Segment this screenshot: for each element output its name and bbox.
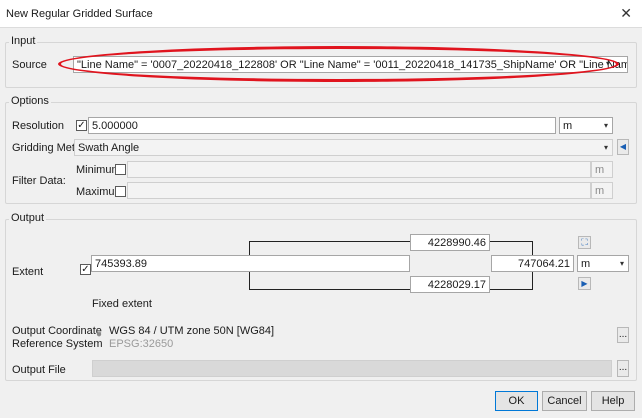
extent-checkbox[interactable]: ✓ [80, 264, 91, 275]
maximum-unit-select[interactable]: m [591, 182, 613, 199]
crs-code: EPSG:32650 [109, 338, 174, 350]
resolution-label: Resolution [12, 120, 64, 132]
gridding-dropdown-icon[interactable]: ▾ [604, 143, 608, 152]
play-icon: ▶ [581, 279, 588, 288]
extent-east-input[interactable]: 747064.21 [491, 255, 574, 272]
fit-extent-button[interactable]: ⛶ [578, 236, 591, 249]
output-file-input[interactable] [92, 360, 612, 377]
crs-name: WGS 84 / UTM zone 50N [WG84] [109, 325, 275, 337]
crs-label-line2: Reference System [12, 338, 103, 350]
maximum-checkbox[interactable] [115, 186, 126, 197]
back-arrow-icon: ◀ [619, 142, 627, 151]
filter-data-label: Filter Data: [12, 175, 66, 187]
crs-label-line1: Output Coordinate [12, 325, 102, 337]
cancel-button[interactable]: Cancel [542, 391, 587, 411]
maximum-unit-value: m [595, 185, 605, 197]
resolution-checkbox[interactable]: ✓ [76, 120, 87, 131]
gridding-back-button[interactable]: ◀ [617, 139, 629, 155]
crs-browse-button[interactable]: ... [617, 327, 629, 343]
resolution-input[interactable]: 5.000000 [88, 117, 556, 134]
fixed-extent-label: Fixed extent [92, 298, 152, 310]
output-file-label: Output File [12, 364, 66, 376]
gridding-method-value: Swath Angle [78, 142, 140, 154]
extent-north-input[interactable]: 4228990.46 [410, 234, 490, 251]
extent-label: Extent [12, 266, 44, 278]
ok-button[interactable]: OK [495, 391, 538, 411]
fit-extent-icon: ⛶ [581, 237, 588, 247]
help-button[interactable]: Help [591, 391, 635, 411]
minimum-unit-value: m [595, 164, 605, 176]
maximum-input[interactable] [127, 182, 591, 199]
minimum-input[interactable] [127, 161, 591, 178]
output-file-browse-button[interactable]: ... [617, 360, 629, 377]
source-label: Source [12, 59, 47, 71]
extent-play-button[interactable]: ▶ [578, 277, 591, 290]
close-icon[interactable]: ✕ [620, 5, 632, 22]
extent-unit-dropdown-icon[interactable]: ▾ [620, 259, 624, 268]
minimum-checkbox[interactable] [115, 164, 126, 175]
globe-icon: ● [96, 329, 103, 340]
extent-west-input[interactable]: 745393.89 [91, 255, 410, 272]
window-title: New Regular Gridded Surface [6, 8, 153, 20]
highlight-ellipse [58, 46, 619, 82]
output-group-label: Output [9, 212, 47, 224]
extent-south-input[interactable]: 4228029.17 [410, 276, 490, 293]
resolution-unit-value: m [563, 120, 573, 132]
minimum-unit-select[interactable]: m [591, 161, 613, 178]
gridding-method-select[interactable]: Swath Angle [74, 139, 613, 156]
input-group-label: Input [9, 35, 38, 47]
extent-unit-value: m [581, 258, 591, 270]
title-bar: New Regular Gridded Surface ✕ [0, 0, 642, 28]
options-group-label: Options [9, 95, 51, 107]
resolution-unit-dropdown-icon[interactable]: ▾ [604, 121, 608, 130]
